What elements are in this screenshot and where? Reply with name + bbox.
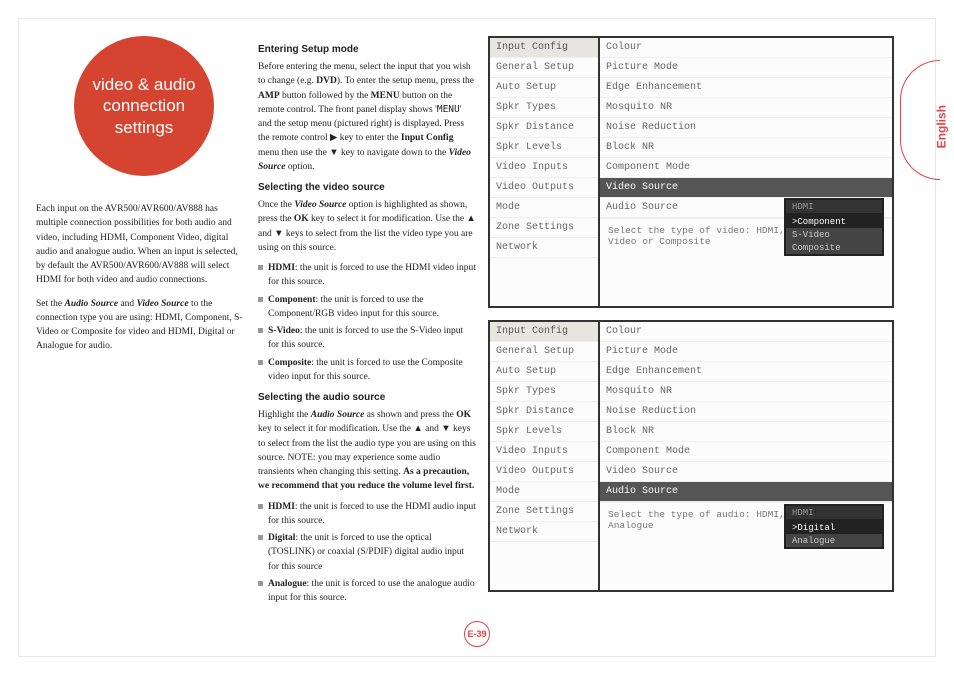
list-item: Composite: the unit is forced to use the… bbox=[258, 356, 476, 385]
list-item: Analogue: the unit is forced to use the … bbox=[258, 577, 476, 606]
dropdown-option: >Component bbox=[786, 215, 882, 228]
menu-sidebar-item: Video Inputs bbox=[490, 158, 598, 178]
dropdown-menu: HDMI>Digital Analogue bbox=[784, 504, 884, 549]
right-column: Input ConfigGeneral SetupAuto SetupSpkr … bbox=[488, 36, 894, 635]
menu-main-item: Video Source bbox=[600, 178, 892, 198]
middle-column: Entering Setup mode Before entering the … bbox=[258, 36, 476, 635]
language-label: English bbox=[934, 105, 948, 148]
para-s1: Before entering the menu, select the inp… bbox=[258, 60, 476, 174]
menu-sidebar-item: Spkr Levels bbox=[490, 138, 598, 158]
menu-main-item: Edge Enhancement bbox=[600, 362, 892, 382]
dropdown-option: HDMI bbox=[786, 200, 882, 215]
menu-main-item: Component Mode bbox=[600, 158, 892, 178]
menu-sidebar-item: Spkr Levels bbox=[490, 422, 598, 442]
intro-p2: Set the Audio Source and Video Source to… bbox=[36, 297, 246, 354]
menu-main: ColourPicture ModeEdge EnhancementMosqui… bbox=[600, 322, 892, 590]
dropdown-menu: HDMI>Component S-Video Composite bbox=[784, 198, 884, 256]
menu-sidebar-item: Spkr Types bbox=[490, 98, 598, 118]
menu-sidebar-item: Video Outputs bbox=[490, 178, 598, 198]
menu-main-item: Noise Reduction bbox=[600, 402, 892, 422]
intro-p1: Each input on the AVR500/AVR600/AV888 ha… bbox=[36, 202, 246, 288]
heading-entering-setup: Entering Setup mode bbox=[258, 42, 476, 57]
menu-screen-audio: Input ConfigGeneral SetupAuto SetupSpkr … bbox=[488, 320, 894, 592]
menu-sidebar: Input ConfigGeneral SetupAuto SetupSpkr … bbox=[490, 38, 600, 306]
menu-main-item: Mosquito NR bbox=[600, 382, 892, 402]
menu-sidebar-item: Auto Setup bbox=[490, 362, 598, 382]
menu-sidebar-item: Zone Settings bbox=[490, 218, 598, 238]
menu-main-item: Picture Mode bbox=[600, 342, 892, 362]
page-number: E-39 bbox=[464, 621, 490, 647]
list-item: Component: the unit is forced to use the… bbox=[258, 293, 476, 322]
dropdown-option: S-Video bbox=[786, 228, 882, 241]
menu-sidebar-item: Mode bbox=[490, 198, 598, 218]
list-item: Digital: the unit is forced to use the o… bbox=[258, 531, 476, 574]
menu-sidebar-item: Network bbox=[490, 522, 598, 542]
left-column: video & audio connection settings Each i… bbox=[36, 36, 246, 635]
list-video: HDMI: the unit is forced to use the HDMI… bbox=[258, 261, 476, 384]
menu-main-item: Colour bbox=[600, 38, 892, 58]
list-item: HDMI: the unit is forced to use the HDMI… bbox=[258, 500, 476, 529]
section-title-circle: video & audio connection settings bbox=[74, 36, 214, 176]
menu-sidebar-item: General Setup bbox=[490, 58, 598, 78]
menu-sidebar-item: General Setup bbox=[490, 342, 598, 362]
menu-main-item: Component Mode bbox=[600, 442, 892, 462]
menu-main: ColourPicture ModeEdge EnhancementMosqui… bbox=[600, 38, 892, 306]
list-audio: HDMI: the unit is forced to use the HDMI… bbox=[258, 500, 476, 606]
menu-main-item: Edge Enhancement bbox=[600, 78, 892, 98]
menu-sidebar-item: Spkr Distance bbox=[490, 402, 598, 422]
menu-screen-video: Input ConfigGeneral SetupAuto SetupSpkr … bbox=[488, 36, 894, 308]
list-item: HDMI: the unit is forced to use the HDMI… bbox=[258, 261, 476, 290]
menu-main-item: Noise Reduction bbox=[600, 118, 892, 138]
menu-main-item: Block NR bbox=[600, 422, 892, 442]
heading-video-source: Selecting the video source bbox=[258, 180, 476, 195]
menu-sidebar-item: Spkr Distance bbox=[490, 118, 598, 138]
content-area: video & audio connection settings Each i… bbox=[36, 36, 894, 635]
menu-sidebar-item: Network bbox=[490, 238, 598, 258]
list-item: S-Video: the unit is forced to use the S… bbox=[258, 324, 476, 353]
para-s2: Once the Video Source option is highligh… bbox=[258, 198, 476, 255]
dropdown-option: HDMI bbox=[786, 506, 882, 521]
menu-main-item: Audio Source bbox=[600, 482, 892, 502]
dropdown-option: Analogue bbox=[786, 534, 882, 547]
intro-text: Each input on the AVR500/AVR600/AV888 ha… bbox=[36, 202, 246, 354]
menu-sidebar-item: Video Inputs bbox=[490, 442, 598, 462]
heading-audio-source: Selecting the audio source bbox=[258, 390, 476, 405]
menu-main-item: Colour bbox=[600, 322, 892, 342]
menu-sidebar-item: Spkr Types bbox=[490, 382, 598, 402]
menu-main-item: Block NR bbox=[600, 138, 892, 158]
menu-sidebar-item: Auto Setup bbox=[490, 78, 598, 98]
menu-sidebar-item: Mode bbox=[490, 482, 598, 502]
menu-sidebar: Input ConfigGeneral SetupAuto SetupSpkr … bbox=[490, 322, 600, 590]
menu-sidebar-item: Input Config bbox=[490, 38, 598, 58]
dropdown-option: Composite bbox=[786, 241, 882, 254]
section-title: video & audio connection settings bbox=[74, 74, 214, 138]
menu-main-item: Mosquito NR bbox=[600, 98, 892, 118]
menu-main-item: Video Source bbox=[600, 462, 892, 482]
dropdown-option: >Digital bbox=[786, 521, 882, 534]
para-s3: Highlight the Audio Source as shown and … bbox=[258, 408, 476, 494]
menu-sidebar-item: Video Outputs bbox=[490, 462, 598, 482]
menu-main-item: Picture Mode bbox=[600, 58, 892, 78]
menu-sidebar-item: Input Config bbox=[490, 322, 598, 342]
menu-sidebar-item: Zone Settings bbox=[490, 502, 598, 522]
